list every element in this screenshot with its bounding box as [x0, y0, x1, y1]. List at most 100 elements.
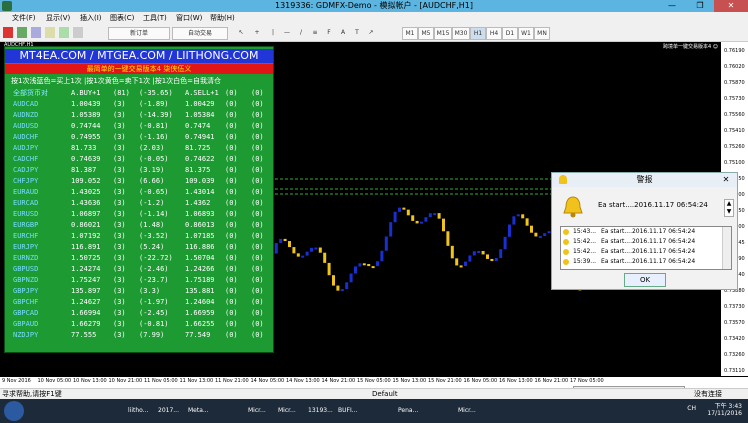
pair-name-button[interactable]: CADJPY [13, 165, 38, 176]
auto-trading-button[interactable]: 自动交易 [172, 27, 228, 40]
pair-name-button[interactable]: AUDUSD [13, 121, 38, 132]
maximize-button[interactable]: ❐ [686, 0, 714, 12]
sell-button[interactable]: 81.725 [185, 143, 210, 154]
menu-help[interactable]: 帮助(H) [210, 12, 235, 24]
pair-name-button[interactable]: GBPJPY [13, 286, 38, 297]
taskbar-app[interactable] [98, 401, 126, 421]
alert-list-item[interactable]: 15:42... Ea start....2016.11.17 06:54:24 [561, 237, 721, 247]
channel-icon[interactable]: ≡ [310, 27, 320, 38]
all-pairs-button[interactable]: 全部货币对 [13, 88, 48, 99]
pair-name-button[interactable]: AUDCHF [13, 132, 38, 143]
taskbar-app[interactable]: Micr... [248, 401, 276, 421]
buy-button[interactable]: 1.24627 [71, 297, 101, 308]
buy-button[interactable]: 1.05389 [71, 110, 101, 121]
pair-name-button[interactable]: EURAUD [13, 187, 38, 198]
taskbar-app[interactable]: Pena... [398, 401, 426, 421]
taskbar-app[interactable] [368, 401, 396, 421]
pair-name-button[interactable]: EURJPY [13, 242, 38, 253]
tf-d1[interactable]: D1 [502, 27, 518, 40]
sell-button[interactable]: 1.50704 [185, 253, 215, 264]
buy-button[interactable]: 0.74639 [71, 154, 101, 165]
buy-button[interactable]: 1.07192 [71, 231, 101, 242]
menu-view[interactable]: 显示(V) [46, 12, 70, 24]
pair-name-button[interactable]: EURUSD [13, 209, 38, 220]
buy-button[interactable]: 1.43025 [71, 187, 101, 198]
sell-button[interactable]: 1.4362 [185, 198, 210, 209]
sell-button[interactable]: 135.881 [185, 286, 215, 297]
alert-list-item[interactable]: 15:43... Ea start....2016.11.17 06:54:24 [561, 227, 721, 237]
menu-window[interactable]: 窗口(W) [176, 12, 202, 24]
pair-name-button[interactable]: CADCHF [13, 154, 38, 165]
menu-chart[interactable]: 图表(C) [110, 12, 134, 24]
buy-button[interactable]: 81.733 [71, 143, 96, 154]
menu-tools[interactable]: 工具(T) [143, 12, 167, 24]
alert-list[interactable]: 15:43... Ea start....2016.11.17 06:54:24 … [560, 226, 732, 270]
market-watch-icon[interactable] [31, 27, 41, 38]
buy-button[interactable]: 109.052 [71, 176, 101, 187]
pair-name-button[interactable]: CHFJPY [13, 176, 38, 187]
pair-name-button[interactable]: EURNZD [13, 253, 38, 264]
new-order-button[interactable]: 新订单 [108, 27, 170, 40]
alert-list-item[interactable]: 15:39... Ea start....2016.11.17 06:54:24 [561, 257, 721, 267]
cursor-icon[interactable]: ↖ [236, 27, 246, 38]
sell-button[interactable]: 1.24266 [185, 264, 215, 275]
label-icon[interactable]: T [352, 27, 362, 38]
sell-button[interactable]: 0.86013 [185, 220, 215, 231]
buy-button[interactable]: 1.66279 [71, 319, 101, 330]
taskbar-app[interactable] [428, 401, 456, 421]
buy-all-button[interactable]: A.BUY+1 [71, 88, 101, 99]
alert-list-item[interactable]: 15:42... Ea start....2016.11.17 06:54:24 [561, 247, 721, 257]
tf-h4[interactable]: H4 [486, 27, 502, 40]
sell-button[interactable]: 109.039 [185, 176, 215, 187]
tf-m30[interactable]: M30 [452, 27, 470, 40]
taskbar-app[interactable]: 2017... [158, 401, 186, 421]
sell-button[interactable]: 0.7474 [185, 121, 210, 132]
sell-button[interactable]: 1.05384 [185, 110, 215, 121]
buy-button[interactable]: 1.50725 [71, 253, 101, 264]
sell-button[interactable]: 1.00429 [185, 99, 215, 110]
sell-button[interactable]: 1.06893 [185, 209, 215, 220]
alert-list-scrollbar[interactable] [722, 227, 731, 269]
alert-ok-button[interactable]: OK [624, 273, 666, 287]
pair-name-button[interactable]: AUDCAD [13, 99, 38, 110]
pair-name-button[interactable]: AUDNZD [13, 110, 38, 121]
taskbar-app[interactable]: Micr... [458, 401, 486, 421]
taskbar-app[interactable]: BUFI... [338, 401, 366, 421]
sell-button[interactable]: 1.66255 [185, 319, 215, 330]
pair-name-button[interactable]: AUDJPY [13, 143, 38, 154]
pair-name-button[interactable]: GBPCHF [13, 297, 38, 308]
navigator-icon[interactable] [45, 27, 55, 38]
pair-name-button[interactable]: GBPUSD [13, 264, 38, 275]
pair-name-button[interactable]: EURGBP [13, 220, 38, 231]
tray-clock[interactable]: 下午 3:43 17/11/2016 [707, 401, 742, 417]
pair-name-button[interactable]: GBPNZD [13, 275, 38, 286]
sell-all-button[interactable]: A.SELL+1 [185, 88, 219, 99]
horizontal-line-icon[interactable]: — [282, 27, 292, 38]
sell-button[interactable]: 1.07185 [185, 231, 215, 242]
start-button[interactable] [4, 401, 24, 421]
taskbar-app[interactable]: 13193... [308, 401, 336, 421]
pair-name-button[interactable]: NZDJPY [13, 330, 38, 341]
sell-button[interactable]: 81.375 [185, 165, 210, 176]
buy-button[interactable]: 0.74955 [71, 132, 101, 143]
trendline-icon[interactable]: / [296, 27, 306, 38]
tray-lang[interactable]: CH [687, 405, 696, 412]
fibo-icon[interactable]: F [324, 27, 334, 38]
buy-button[interactable]: 1.06897 [71, 209, 101, 220]
tf-mn[interactable]: MN [534, 27, 550, 40]
sell-button[interactable]: 116.886 [185, 242, 215, 253]
alert-close-button[interactable]: ✕ [719, 175, 733, 185]
minimize-button[interactable]: — [658, 0, 686, 12]
tf-m1[interactable]: M1 [402, 27, 418, 40]
crosshair-icon[interactable]: + [252, 27, 262, 38]
pair-name-button[interactable]: GBPAUD [13, 319, 38, 330]
buy-button[interactable]: 1.75247 [71, 275, 101, 286]
pair-name-button[interactable]: EURCAD [13, 198, 38, 209]
sell-button[interactable]: 1.75189 [185, 275, 215, 286]
tf-h1[interactable]: H1 [470, 27, 486, 40]
sell-button[interactable]: 77.549 [185, 330, 210, 341]
buy-button[interactable]: 1.43636 [71, 198, 101, 209]
buy-button[interactable]: 135.897 [71, 286, 101, 297]
tester-icon[interactable] [73, 27, 83, 38]
text-icon[interactable]: A [338, 27, 348, 38]
